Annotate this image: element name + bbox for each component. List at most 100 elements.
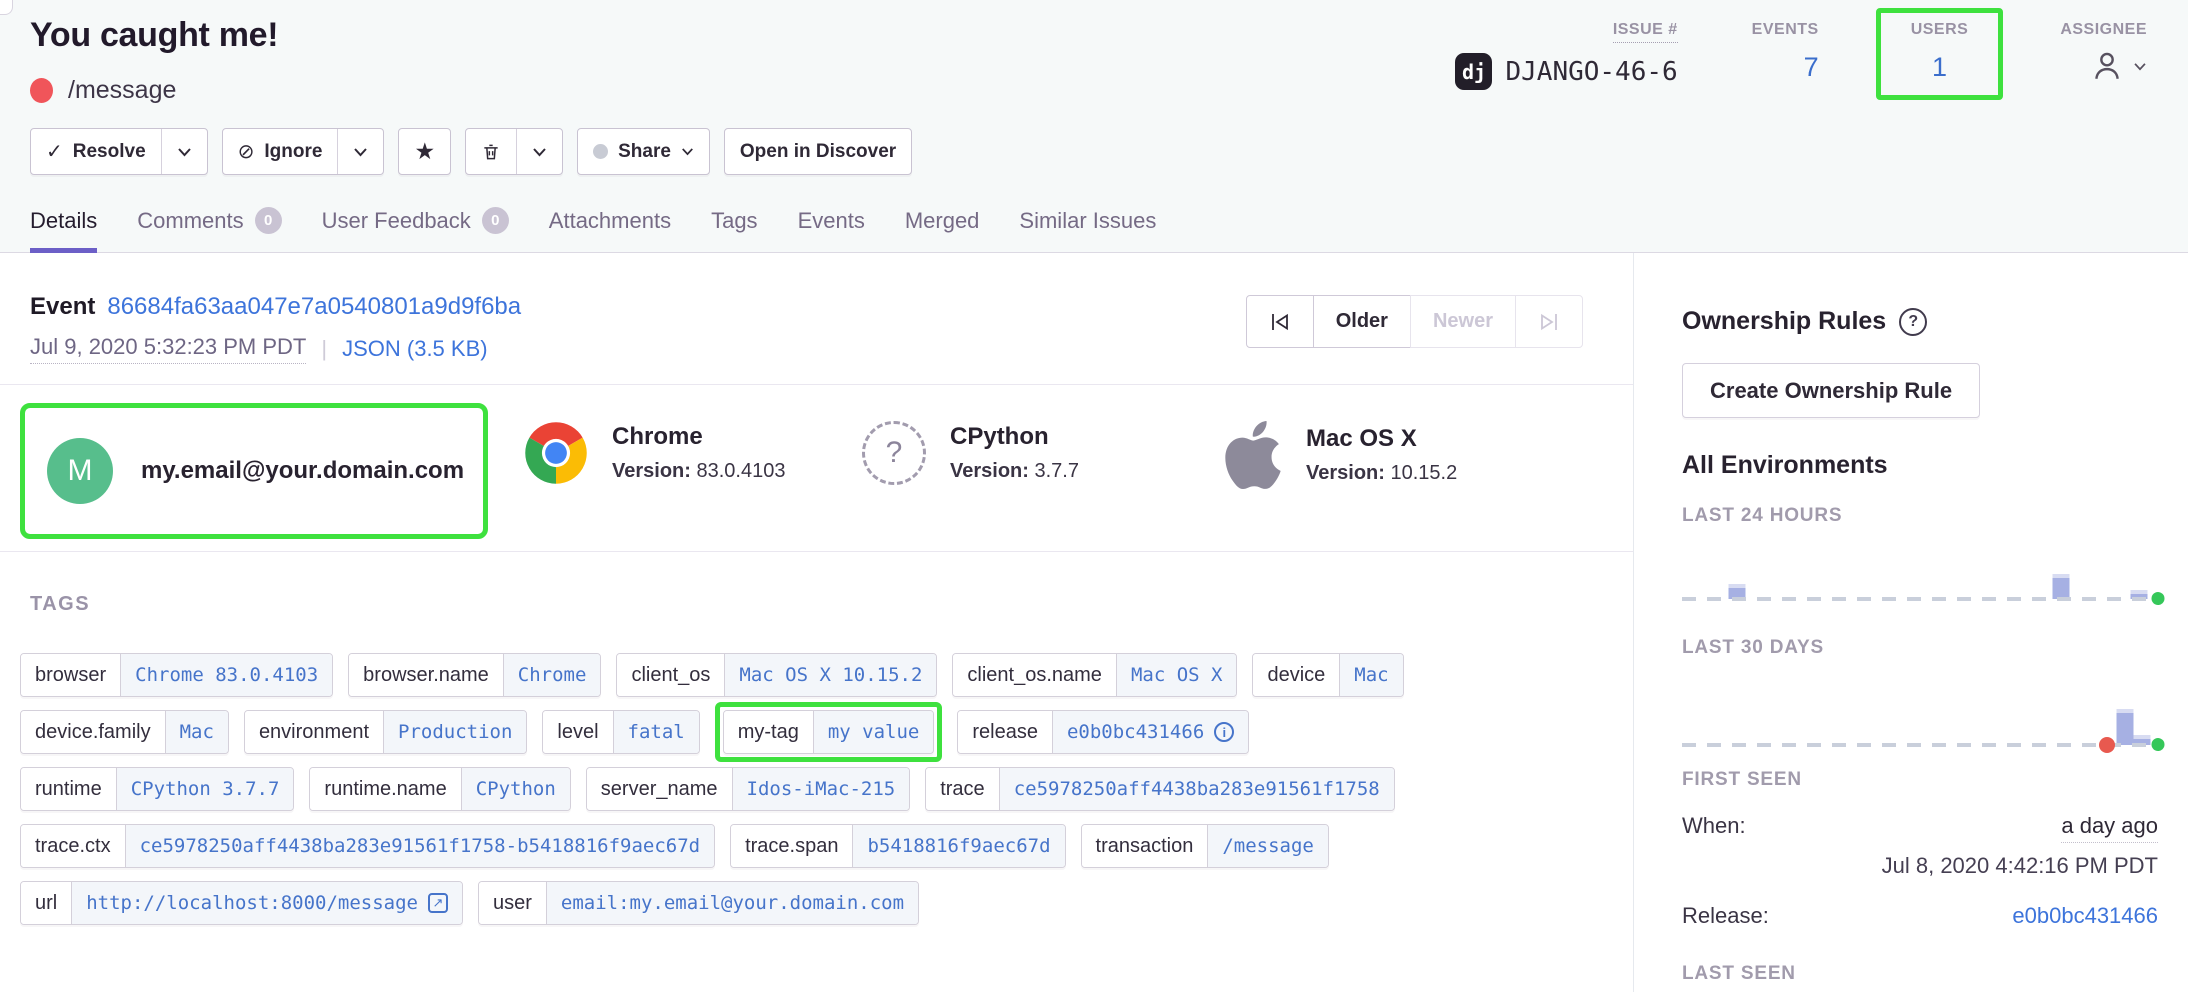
release-version-link[interactable]: e0b0bc431466 xyxy=(2012,903,2158,929)
window-corner-artifact xyxy=(0,0,13,15)
first-seen-release-row: Release: e0b0bc431466 xyxy=(1682,903,2158,929)
external-link-icon[interactable]: ↗ xyxy=(428,893,448,913)
tab-attachments[interactable]: Attachments xyxy=(549,207,671,252)
event-id-link[interactable]: 86684fa63aa047e7a0540801a9d9f6ba xyxy=(107,293,521,320)
highlight-box-my-tag: my-tagmy value xyxy=(715,702,943,762)
tag-key: level xyxy=(543,711,612,753)
tag-pill-device.family[interactable]: device.familyMac xyxy=(20,710,229,754)
issue-header: You caught me! /message ✓ Resolve ⊘ Igno… xyxy=(0,0,2188,253)
chrome-icon xyxy=(524,421,588,485)
assignee-selector[interactable] xyxy=(2060,49,2147,83)
share-button-group: Share xyxy=(577,128,710,175)
tab-badge: 0 xyxy=(482,207,509,234)
bookmark-star-button[interactable]: ★ xyxy=(399,129,450,174)
tag-pill-browser.name[interactable]: browser.nameChrome xyxy=(348,653,601,697)
tag-pill-browser[interactable]: browserChrome 83.0.4103 xyxy=(20,653,333,697)
tab-label: Details xyxy=(30,208,97,234)
share-button[interactable]: Share xyxy=(578,129,709,174)
spark-bar xyxy=(2116,709,2133,745)
issue-short-id-text: DJANGO-46-6 xyxy=(1505,57,1677,87)
tab-comments[interactable]: Comments0 xyxy=(137,207,281,252)
users-count[interactable]: 1 xyxy=(1911,52,1969,83)
newest-event-button[interactable] xyxy=(1515,295,1583,348)
oldest-event-button[interactable] xyxy=(1246,295,1314,348)
tag-pill-runtime[interactable]: runtimeCPython 3.7.7 xyxy=(20,767,294,811)
delete-dropdown-button[interactable] xyxy=(516,129,562,174)
tab-tags[interactable]: Tags xyxy=(711,207,757,252)
divider xyxy=(0,551,1633,552)
create-ownership-rule-button[interactable]: Create Ownership Rule xyxy=(1682,363,1980,418)
last-seen-label: LAST SEEN xyxy=(1682,963,1796,985)
json-download-link[interactable]: JSON (3.5 KB) xyxy=(342,336,487,362)
tag-value: ce5978250aff4438ba283e91561f1758 xyxy=(999,768,1394,810)
highlight-box-users: USERS 1 xyxy=(1876,8,2004,100)
open-in-discover-button[interactable]: Open in Discover xyxy=(725,129,911,174)
tag-pill-runtime.name[interactable]: runtime.nameCPython xyxy=(309,767,570,811)
tag-pill-user[interactable]: useremail:my.email@your.domain.com xyxy=(478,881,919,925)
tab-badge: 0 xyxy=(255,207,282,234)
tag-key: device xyxy=(1253,654,1339,696)
tag-pill-server_name[interactable]: server_nameIdos-iMac-215 xyxy=(586,767,910,811)
tag-key: device.family xyxy=(21,711,165,753)
resolve-dropdown-button[interactable] xyxy=(161,129,207,174)
tag-value: Idos-iMac-215 xyxy=(732,768,910,810)
tag-pill-trace.ctx[interactable]: trace.ctxce5978250aff4438ba283e91561f175… xyxy=(20,824,715,868)
newer-event-button[interactable]: Newer xyxy=(1410,295,1516,348)
spark-dot-green xyxy=(2152,738,2165,751)
tag-pill-my-tag[interactable]: my-tagmy value xyxy=(723,710,935,754)
tab-merged[interactable]: Merged xyxy=(905,207,980,252)
tag-value: Mac OS X 10.15.2 xyxy=(724,654,936,696)
event-pagination: Older Newer xyxy=(1246,295,1583,348)
tab-label: User Feedback xyxy=(322,208,471,234)
older-event-button[interactable]: Older xyxy=(1313,295,1411,348)
tab-details[interactable]: Details xyxy=(30,207,97,252)
tag-pill-environment[interactable]: environmentProduction xyxy=(244,710,527,754)
last-30-days-sparkline xyxy=(1682,685,2162,747)
tab-user-feedback[interactable]: User Feedback 0 xyxy=(322,207,509,252)
issue-short-id[interactable]: dj DJANGO-46-6 xyxy=(1455,53,1677,90)
user-avatar: M xyxy=(47,438,113,504)
tab-events[interactable]: Events xyxy=(798,207,865,252)
tag-pill-transaction[interactable]: transaction/message xyxy=(1081,824,1329,868)
ignore-label: Ignore xyxy=(264,141,322,163)
person-icon xyxy=(2089,49,2125,83)
tag-pill-release[interactable]: releasee0b0bc431466i xyxy=(957,710,1249,754)
unknown-runtime-icon: ? xyxy=(862,421,926,485)
help-question-icon[interactable]: ? xyxy=(1899,308,1927,336)
tag-pill-device[interactable]: deviceMac xyxy=(1252,653,1403,697)
tag-value: /message xyxy=(1207,825,1328,867)
tab-similar-issues[interactable]: Similar Issues xyxy=(1019,207,1156,252)
sidebar: Ownership Rules ? Create Ownership Rule … xyxy=(1633,253,2188,992)
tag-value: Mac xyxy=(165,711,228,753)
tag-pill-url[interactable]: urlhttp://localhost:8000/message↗ xyxy=(20,881,463,925)
action-bar: ✓ Resolve ⊘ Ignore ★ xyxy=(30,128,912,175)
users-label: USERS xyxy=(1911,21,1969,39)
ownership-rules-title: Ownership Rules ? xyxy=(1682,307,1927,336)
skip-to-last-icon xyxy=(1538,312,1560,332)
tag-pill-client_os.name[interactable]: client_os.nameMac OS X xyxy=(952,653,1237,697)
tag-key: url xyxy=(21,882,71,924)
ignore-dropdown-button[interactable] xyxy=(337,129,383,174)
tag-pill-trace.span[interactable]: trace.spanb5418816f9aec67d xyxy=(730,824,1065,868)
tag-key: environment xyxy=(245,711,383,753)
tag-value: CPython 3.7.7 xyxy=(116,768,294,810)
tag-value: b5418816f9aec67d xyxy=(852,825,1064,867)
ignore-button[interactable]: ⊘ Ignore xyxy=(223,129,338,174)
tab-label: Events xyxy=(798,208,865,234)
tab-label: Attachments xyxy=(549,208,671,234)
delete-button[interactable] xyxy=(466,129,516,174)
error-level-dot-icon xyxy=(30,78,53,103)
first-seen-label: FIRST SEEN xyxy=(1682,769,1802,791)
resolve-button[interactable]: ✓ Resolve xyxy=(31,129,161,174)
tag-pill-trace[interactable]: tracece5978250aff4438ba283e91561f1758 xyxy=(925,767,1395,811)
django-project-icon: dj xyxy=(1455,53,1492,90)
first-seen-relative-time: a day ago xyxy=(2061,813,2158,843)
tab-label: Merged xyxy=(905,208,980,234)
tag-pill-level[interactable]: levelfatal xyxy=(542,710,699,754)
tag-pill-client_os[interactable]: client_osMac OS X 10.15.2 xyxy=(616,653,937,697)
issue-number-label: ISSUE # xyxy=(1613,21,1678,43)
info-icon[interactable]: i xyxy=(1214,722,1234,742)
environments-title: All Environments xyxy=(1682,451,1888,480)
issue-title: You caught me! xyxy=(30,16,278,55)
events-count[interactable]: 7 xyxy=(1752,52,1819,83)
